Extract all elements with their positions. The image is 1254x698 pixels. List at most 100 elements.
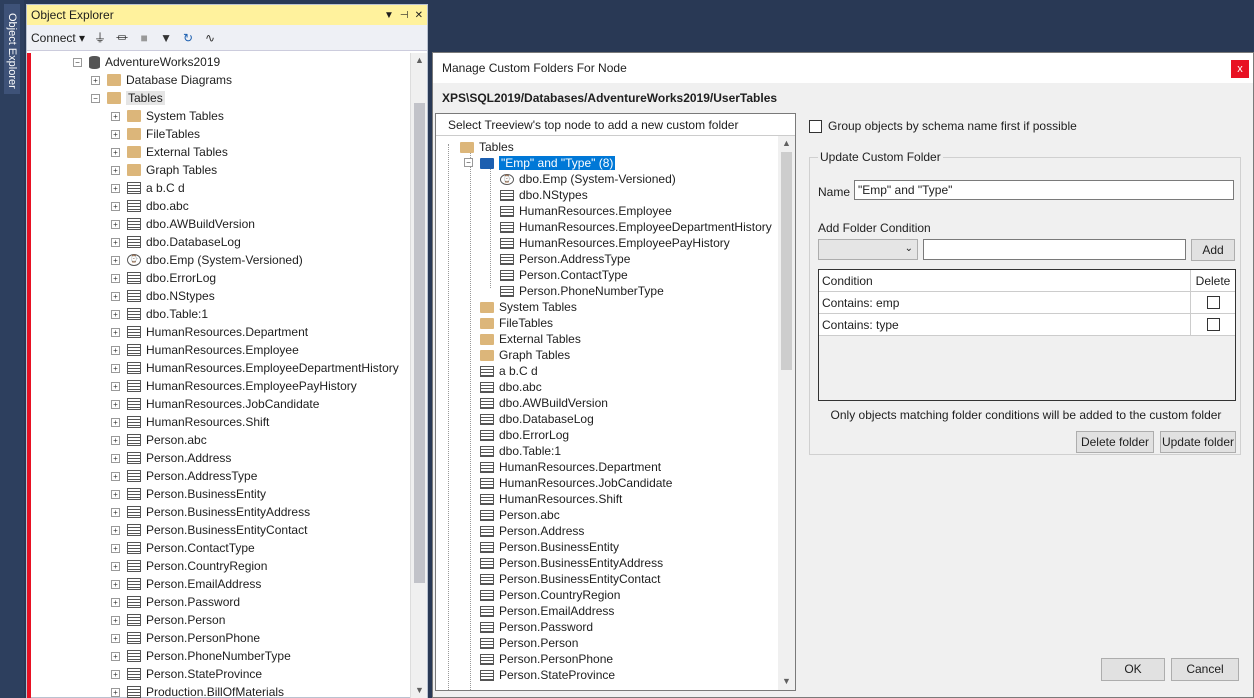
expand-icon[interactable]: + (111, 291, 120, 301)
tree-item[interactable]: − "Emp" and "Type" (8) (464, 155, 616, 171)
expand-icon[interactable]: + (111, 363, 120, 373)
expand-icon[interactable]: + (111, 345, 120, 355)
tree-item[interactable]: + ⌚ dbo.Emp (System-Versioned) (111, 251, 303, 269)
delete-folder-button[interactable]: Delete folder (1076, 431, 1154, 453)
pin-icon[interactable]: ⊣ (400, 10, 409, 21)
tree-item[interactable]: + Person.BusinessEntityAddress (111, 503, 310, 521)
tree-item[interactable]: dbo.NStypes (500, 187, 588, 203)
tree-item[interactable]: + Person.Address (111, 449, 231, 467)
cancel-button[interactable]: Cancel (1171, 658, 1239, 681)
close-icon[interactable]: ✕ (415, 10, 423, 21)
tree-item[interactable]: + Production.BillOfMaterials (111, 683, 284, 698)
add-condition-button[interactable]: Add (1191, 239, 1235, 261)
tree-item[interactable]: + dbo.DatabaseLog (111, 233, 241, 251)
tree-item[interactable]: HumanResources.JobCandidate (480, 475, 672, 491)
tree-item[interactable]: + HumanResources.Department (111, 323, 308, 341)
expand-icon[interactable]: + (111, 669, 120, 679)
tree-item[interactable]: + a b.C d (111, 179, 185, 197)
tree-item[interactable]: + FileTables (111, 125, 200, 143)
scroll-thumb[interactable] (781, 152, 792, 370)
expand-icon[interactable]: + (111, 147, 120, 157)
tree-item[interactable]: dbo.Table:1 (480, 443, 561, 459)
expand-icon[interactable]: + (111, 543, 120, 553)
tree-item[interactable]: Tables (460, 139, 514, 155)
tree-item[interactable]: HumanResources.Employee (500, 203, 672, 219)
expand-icon[interactable]: + (111, 489, 120, 499)
tree-item[interactable]: + Person.Person (111, 611, 225, 629)
delete-checkbox[interactable] (1206, 318, 1220, 331)
tree-item[interactable]: Person.BusinessEntity (480, 539, 619, 555)
scroll-up-icon[interactable]: ▲ (781, 138, 792, 150)
tree-item[interactable]: Person.PersonPhone (480, 651, 613, 667)
tree-item[interactable]: dbo.AWBuildVersion (480, 395, 608, 411)
tree-item[interactable]: dbo.DatabaseLog (480, 411, 594, 427)
tree-item[interactable]: + Graph Tables (111, 161, 217, 179)
expand-icon[interactable]: + (111, 471, 120, 481)
tree-item[interactable]: − AdventureWorks2019 (73, 53, 220, 71)
expand-icon[interactable]: + (111, 201, 120, 211)
scroll-down-icon[interactable]: ▼ (781, 676, 792, 688)
collapse-icon[interactable]: − (464, 158, 473, 167)
connect-plug-icon[interactable]: ⏚ (93, 31, 107, 45)
condition-value-input[interactable] (923, 239, 1186, 260)
disconnect-icon[interactable]: ⏛ (115, 31, 129, 45)
activity-monitor-icon[interactable]: ∿ (203, 31, 217, 45)
tree-item[interactable]: + External Tables (111, 143, 228, 161)
table-row[interactable]: Contains: type (819, 314, 1235, 336)
collapse-icon[interactable]: − (91, 93, 100, 103)
connect-button[interactable]: Connect ▾ (31, 31, 85, 45)
expand-icon[interactable]: + (111, 687, 120, 697)
tree-item[interactable]: HumanResources.EmployeeDepartmentHistory (500, 219, 772, 235)
expand-icon[interactable]: + (111, 417, 120, 427)
tree-item[interactable]: + Person.abc (111, 431, 207, 449)
expand-icon[interactable]: + (111, 579, 120, 589)
tree-item[interactable]: External Tables (480, 331, 581, 347)
tree-item[interactable]: + dbo.AWBuildVersion (111, 215, 255, 233)
tree-item[interactable]: Person.Password (480, 619, 593, 635)
expand-icon[interactable]: + (111, 309, 120, 319)
expand-icon[interactable]: + (111, 183, 120, 193)
expand-icon[interactable]: + (111, 219, 120, 229)
tree-item[interactable]: + Person.PhoneNumberType (111, 647, 291, 665)
expand-icon[interactable]: + (111, 165, 120, 175)
group-by-schema-checkbox[interactable] (809, 119, 822, 133)
tree-item[interactable]: + dbo.ErrorLog (111, 269, 216, 287)
update-folder-button[interactable]: Update folder (1160, 431, 1236, 453)
expand-icon[interactable]: + (111, 597, 120, 607)
tree-item[interactable]: + dbo.abc (111, 197, 189, 215)
folder-name-input[interactable]: "Emp" and "Type" (854, 180, 1234, 200)
scroll-up-icon[interactable]: ▲ (414, 55, 425, 67)
expand-icon[interactable]: + (111, 327, 120, 337)
tree-item[interactable]: HumanResources.Department (480, 459, 661, 475)
tree-item[interactable]: + Person.EmailAddress (111, 575, 261, 593)
window-position-icon[interactable]: ▼ (384, 10, 394, 21)
object-explorer-scrollbar[interactable]: ▲ ▼ (410, 53, 427, 698)
tree-item[interactable]: + HumanResources.EmployeePayHistory (111, 377, 357, 395)
expand-icon[interactable]: + (111, 615, 120, 625)
tree-item[interactable]: + Person.BusinessEntityContact (111, 521, 307, 539)
expand-icon[interactable]: + (111, 273, 120, 283)
tree-item[interactable]: + Person.CountryRegion (111, 557, 267, 575)
tree-item[interactable]: FileTables (480, 315, 553, 331)
tree-item[interactable]: + Person.BusinessEntity (111, 485, 266, 503)
tree-item[interactable]: Person.CountryRegion (480, 587, 620, 603)
expand-icon[interactable]: + (111, 255, 120, 265)
tree-item[interactable]: + Person.StateProvince (111, 665, 262, 683)
tree-item[interactable]: Person.PhoneNumberType (500, 283, 664, 299)
object-explorer-side-tab[interactable]: Object Explorer (4, 4, 20, 94)
tree-item[interactable]: dbo.ErrorLog (480, 427, 569, 443)
tree-item[interactable]: Person.AddressType (500, 251, 630, 267)
table-row[interactable]: Contains: emp (819, 292, 1235, 314)
tree-item[interactable]: − Tables (91, 89, 165, 107)
tree-scrollbar[interactable]: ▲ ▼ (778, 136, 795, 690)
tree-item[interactable]: Graph Tables (480, 347, 570, 363)
expand-icon[interactable]: + (111, 507, 120, 517)
expand-icon[interactable]: + (111, 381, 120, 391)
tree-item[interactable]: a b.C d (480, 363, 538, 379)
tree-item[interactable]: + dbo.Table:1 (111, 305, 208, 323)
tree-item[interactable]: + dbo.NStypes (111, 287, 215, 305)
expand-icon[interactable]: + (111, 435, 120, 445)
tree-item[interactable]: + Person.AddressType (111, 467, 257, 485)
tree-item[interactable]: + HumanResources.EmployeeDepartmentHistor… (111, 359, 399, 377)
tree-item[interactable]: + System Tables (111, 107, 224, 125)
